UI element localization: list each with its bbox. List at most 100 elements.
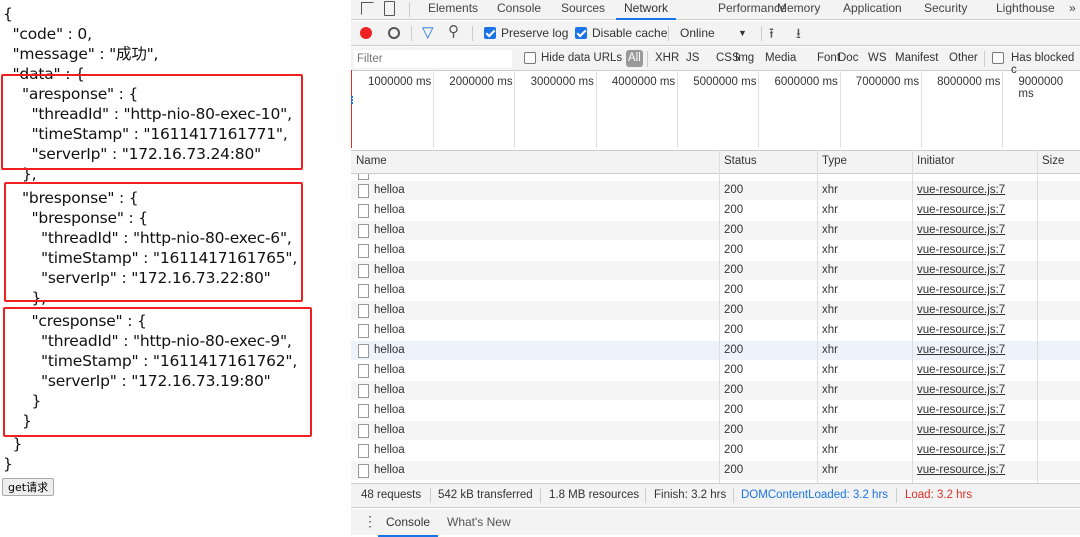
document-icon xyxy=(358,444,369,458)
tab-network[interactable]: Network xyxy=(616,0,677,20)
request-initiator-link[interactable]: vue-resource.js:7 xyxy=(917,444,1005,456)
clear-icon[interactable] xyxy=(388,27,400,39)
request-name: helloa xyxy=(374,424,405,436)
column-header-initiator[interactable]: Initiator xyxy=(917,155,955,167)
filter-type-ws[interactable]: WS xyxy=(868,52,887,64)
request-name: helloa xyxy=(374,384,405,396)
filter-type-manifest[interactable]: Manifest xyxy=(895,52,938,64)
filter-icon[interactable]: ▽ xyxy=(422,23,434,41)
request-type: xhr xyxy=(822,304,838,316)
document-icon xyxy=(358,404,369,418)
table-row[interactable]: helloa 200 xhr vue-resource.js:7 xyxy=(351,221,1080,241)
table-row[interactable]: helloa 200 xhr vue-resource.js:7 xyxy=(351,201,1080,221)
request-initiator-link[interactable]: vue-resource.js:7 xyxy=(917,244,1005,256)
throttle-select[interactable]: Online ▼ xyxy=(680,26,750,40)
device-toolbar-icon[interactable] xyxy=(384,1,395,16)
document-icon xyxy=(358,464,369,478)
import-har-icon[interactable]: ⭱ xyxy=(769,23,774,47)
request-type: xhr xyxy=(822,264,838,276)
table-row[interactable]: helloa 200 xhr vue-resource.js:7 xyxy=(351,461,1080,481)
request-name: helloa xyxy=(374,364,405,376)
hide-data-urls-checkbox[interactable] xyxy=(524,52,536,64)
more-tabs-icon[interactable]: » xyxy=(1069,0,1076,20)
table-header xyxy=(351,150,1080,174)
get-request-button[interactable]: get请求 xyxy=(2,478,55,496)
request-initiator-link[interactable]: vue-resource.js:7 xyxy=(917,404,1005,416)
table-row[interactable]: helloa 200 xhr vue-resource.js:7 xyxy=(351,421,1080,441)
filter-type-doc[interactable]: Doc xyxy=(838,52,858,64)
filter-type-js[interactable]: JS xyxy=(686,52,699,64)
request-initiator-link[interactable]: vue-resource.js:7 xyxy=(917,464,1005,476)
document-icon xyxy=(358,184,369,198)
request-initiator-link[interactable]: vue-resource.js:7 xyxy=(917,344,1005,356)
drawer-menu-icon[interactable]: ⋮ xyxy=(363,513,377,530)
request-initiator-link[interactable]: vue-resource.js:7 xyxy=(917,364,1005,376)
table-row[interactable]: helloa 200 xhr vue-resource.js:7 xyxy=(351,281,1080,301)
filter-type-media[interactable]: Media xyxy=(765,52,796,64)
json-line: } xyxy=(12,435,23,453)
column-divider xyxy=(817,150,818,483)
request-status: 200 xyxy=(724,444,744,456)
filter-input[interactable] xyxy=(354,50,512,68)
column-header-type[interactable]: Type xyxy=(822,155,847,167)
request-type: xhr xyxy=(822,344,838,356)
tab-memory[interactable]: Memory xyxy=(777,0,820,20)
request-initiator-link[interactable]: vue-resource.js:7 xyxy=(917,304,1005,316)
filter-type-font[interactable]: Font xyxy=(817,52,840,64)
inspect-element-icon[interactable] xyxy=(361,2,374,15)
request-initiator-link[interactable]: vue-resource.js:7 xyxy=(917,224,1005,236)
table-row[interactable]: helloa 200 xhr vue-resource.js:7 xyxy=(351,261,1080,281)
tab-application[interactable]: Application xyxy=(843,0,902,20)
tab-lighthouse[interactable]: Lighthouse xyxy=(996,0,1055,20)
column-header-name[interactable]: Name xyxy=(356,155,387,167)
table-row[interactable]: helloa 200 xhr vue-resource.js:7 xyxy=(351,241,1080,261)
filter-type-all[interactable]: All xyxy=(626,50,643,67)
filter-type-img[interactable]: Img xyxy=(735,52,754,64)
drawer-tab-whats-new[interactable]: What's New xyxy=(447,515,511,529)
document-icon xyxy=(358,224,369,238)
table-row-partial[interactable] xyxy=(351,174,1080,181)
request-initiator-link[interactable]: vue-resource.js:7 xyxy=(917,324,1005,336)
column-header-size[interactable]: Size xyxy=(1042,155,1064,167)
request-initiator-link[interactable]: vue-resource.js:7 xyxy=(917,424,1005,436)
request-initiator-link[interactable]: vue-resource.js:7 xyxy=(917,184,1005,196)
has-blocked-checkbox[interactable] xyxy=(992,52,1004,64)
filter-type-xhr[interactable]: XHR xyxy=(655,52,679,64)
drawer-tab-console[interactable]: Console xyxy=(378,515,439,537)
request-type: xhr xyxy=(822,364,838,376)
table-row[interactable]: helloa 200 xhr vue-resource.js:7 xyxy=(351,341,1080,361)
request-status: 200 xyxy=(724,224,744,236)
request-status: 200 xyxy=(724,384,744,396)
tab-sources[interactable]: Sources xyxy=(561,0,605,20)
request-name: helloa xyxy=(374,184,405,196)
export-har-icon[interactable]: ⭳ xyxy=(796,23,801,47)
tab-elements[interactable]: Elements xyxy=(428,0,478,20)
request-type: xhr xyxy=(822,404,838,416)
search-icon[interactable]: ⚲ xyxy=(448,22,459,40)
json-line: { xyxy=(3,5,13,23)
table-row[interactable]: helloa 200 xhr vue-resource.js:7 xyxy=(351,181,1080,201)
table-row[interactable]: helloa 200 xhr vue-resource.js:7 xyxy=(351,321,1080,341)
timeline-marker xyxy=(351,70,352,148)
table-row[interactable]: helloa 200 xhr vue-resource.js:7 xyxy=(351,441,1080,461)
request-initiator-link[interactable]: vue-resource.js:7 xyxy=(917,204,1005,216)
disable-cache-checkbox[interactable] xyxy=(575,27,587,39)
table-row[interactable]: helloa 200 xhr vue-resource.js:7 xyxy=(351,381,1080,401)
request-initiator-link[interactable]: vue-resource.js:7 xyxy=(917,264,1005,276)
table-row[interactable]: helloa 200 xhr vue-resource.js:7 xyxy=(351,401,1080,421)
document-icon xyxy=(358,384,369,398)
filter-type-other[interactable]: Other xyxy=(949,52,978,64)
table-row[interactable]: helloa 200 xhr vue-resource.js:7 xyxy=(351,301,1080,321)
request-initiator-link[interactable]: vue-resource.js:7 xyxy=(917,384,1005,396)
request-status: 200 xyxy=(724,404,744,416)
table-row[interactable]: helloa 200 xhr vue-resource.js:7 xyxy=(351,361,1080,381)
request-initiator-link[interactable]: vue-resource.js:7 xyxy=(917,284,1005,296)
request-type: xhr xyxy=(822,184,838,196)
preserve-log-checkbox[interactable] xyxy=(484,27,496,39)
column-header-status[interactable]: Status xyxy=(724,155,757,167)
tab-console[interactable]: Console xyxy=(497,0,541,20)
tab-security[interactable]: Security xyxy=(924,0,967,20)
record-icon[interactable] xyxy=(360,27,372,39)
request-name: helloa xyxy=(374,204,405,216)
column-divider xyxy=(1037,150,1038,483)
